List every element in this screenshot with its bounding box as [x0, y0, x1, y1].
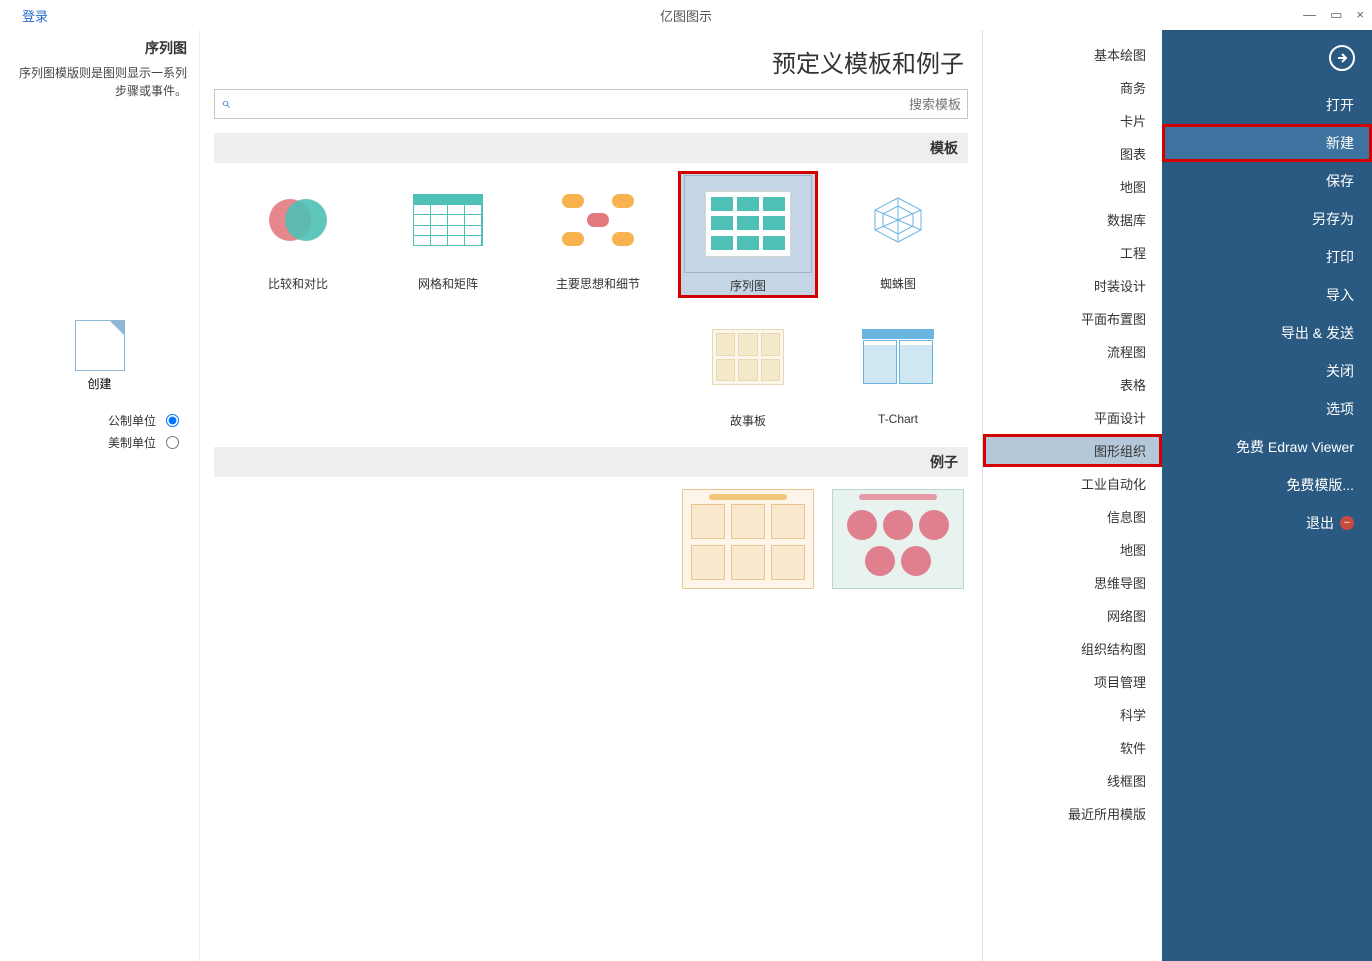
example-2[interactable] [828, 485, 968, 593]
window-title: 亿图图示 [660, 6, 712, 25]
file-menu-sidebar: 打开 新建 保存 另存为 打印 导入 导出 & 发送 关闭 选项 免费 Edra… [1162, 30, 1372, 961]
template-label: 蜘蛛图 [880, 275, 916, 292]
cat-software[interactable]: 软件 [983, 731, 1162, 764]
template-label: 比较和对比 [268, 275, 328, 292]
nav-close[interactable]: 关闭 [1162, 352, 1372, 390]
cat-industrial[interactable]: 工业自动化 [983, 467, 1162, 500]
restore-button[interactable]: ▭ [1330, 7, 1342, 23]
nav-print[interactable]: 打印 [1162, 238, 1372, 276]
template-label: T-Chart [878, 412, 918, 426]
cat-map2[interactable]: 地图 [983, 533, 1162, 566]
search-box[interactable]: ⌕ [214, 89, 968, 119]
content-area: 预定义模板和例子 ⌕ 模板 比较和对比 网格和矩阵 主要思想和细节 [200, 30, 982, 961]
unit-us-radio[interactable] [166, 436, 179, 449]
cat-map[interactable]: 地图 [983, 170, 1162, 203]
example-1[interactable] [678, 485, 818, 593]
cat-wireframe[interactable]: 线框图 [983, 764, 1162, 797]
examples-section-header: 例子 [214, 447, 968, 477]
page-title: 预定义模板和例子 [218, 44, 964, 79]
unit-metric-option[interactable]: 公制单位 [20, 412, 179, 429]
nav-options[interactable]: 选项 [1162, 390, 1372, 428]
create-button[interactable]: 创建 [65, 320, 135, 392]
cat-infographic[interactable]: 信息图 [983, 500, 1162, 533]
template-label: 故事板 [730, 412, 766, 429]
cat-fashion[interactable]: 时装设计 [983, 269, 1162, 302]
cat-business[interactable]: 商务 [983, 71, 1162, 104]
unit-metric-label: 公制单位 [108, 412, 156, 429]
exit-icon: – [1340, 516, 1354, 530]
unit-us-option[interactable]: 美制单位 [20, 434, 179, 451]
cat-chart[interactable]: 图表 [983, 137, 1162, 170]
titlebar: 登录 亿图图示 — ▭ × [0, 0, 1372, 30]
cat-orgchart[interactable]: 组织结构图 [983, 632, 1162, 665]
cat-mindmap[interactable]: 思维导图 [983, 566, 1162, 599]
cat-basic[interactable]: 基本绘图 [983, 38, 1162, 71]
templates-section-header: 模板 [214, 133, 968, 163]
template-storyboard[interactable]: 故事板 [678, 308, 818, 429]
cat-recent[interactable]: 最近所用模版 [983, 797, 1162, 830]
examples-grid [214, 485, 968, 593]
nav-save[interactable]: 保存 [1162, 162, 1372, 200]
nav-viewer[interactable]: 免费 Edraw Viewer [1162, 428, 1372, 466]
nav-exit[interactable]: 退出 – [1162, 504, 1372, 542]
cat-table[interactable]: 表格 [983, 368, 1162, 401]
cat-graphic-org[interactable]: 图形组织 [983, 434, 1162, 467]
nav-exit-label: 退出 [1306, 513, 1334, 533]
search-input[interactable] [234, 97, 961, 112]
unit-metric-radio[interactable] [166, 414, 179, 427]
nav-open[interactable]: 打开 [1162, 86, 1372, 124]
nav-import[interactable]: 导入 [1162, 276, 1372, 314]
login-link[interactable]: 登录 [22, 6, 48, 25]
nav-export[interactable]: 导出 & 发送 [1162, 314, 1372, 352]
cat-project[interactable]: 项目管理 [983, 665, 1162, 698]
cat-graphic-design[interactable]: 平面设计 [983, 401, 1162, 434]
search-icon: ⌕ [221, 95, 230, 113]
cat-science[interactable]: 科学 [983, 698, 1162, 731]
minimize-button[interactable]: — [1303, 7, 1316, 23]
template-sequence[interactable]: 序列图 [678, 171, 818, 298]
template-venn[interactable]: 比较和对比 [228, 171, 368, 298]
cat-flowchart[interactable]: 流程图 [983, 335, 1162, 368]
nav-new[interactable]: 新建 [1162, 124, 1372, 162]
cat-database[interactable]: 数据库 [983, 203, 1162, 236]
unit-us-label: 美制单位 [108, 434, 156, 451]
cat-engineering[interactable]: 工程 [983, 236, 1162, 269]
template-label: 序列图 [730, 277, 766, 294]
templates-grid: 比较和对比 网格和矩阵 主要思想和细节 序列图 蜘蛛图 故事板 [214, 171, 968, 429]
cat-network[interactable]: 网络图 [983, 599, 1162, 632]
cat-card[interactable]: 卡片 [983, 104, 1162, 137]
nav-free-templates[interactable]: 免费模版... [1162, 466, 1372, 504]
preview-description: 序列图模版则是图则显示一系列步骤或事件。 [12, 64, 187, 100]
cat-floorplan[interactable]: 平面布置图 [983, 302, 1162, 335]
template-label: 网格和矩阵 [418, 275, 478, 292]
template-label: 主要思想和细节 [556, 275, 640, 292]
nav-saveas[interactable]: 另存为 [1162, 200, 1372, 238]
template-mind[interactable]: 主要思想和细节 [528, 171, 668, 298]
new-doc-icon [75, 320, 125, 371]
template-tchart[interactable]: T-Chart [828, 308, 968, 429]
template-spider[interactable]: 蜘蛛图 [828, 171, 968, 298]
preview-heading: 序列图 [12, 38, 187, 58]
category-list: 基本绘图 商务 卡片 图表 地图 数据库 工程 时装设计 平面布置图 流程图 表… [982, 30, 1162, 961]
template-grid[interactable]: 网格和矩阵 [378, 171, 518, 298]
back-icon[interactable] [1162, 38, 1372, 86]
preview-panel: 序列图 序列图模版则是图则显示一系列步骤或事件。 创建 公制单位 美制单位 [0, 30, 200, 961]
close-button[interactable]: × [1356, 7, 1364, 23]
create-label: 创建 [87, 375, 111, 392]
